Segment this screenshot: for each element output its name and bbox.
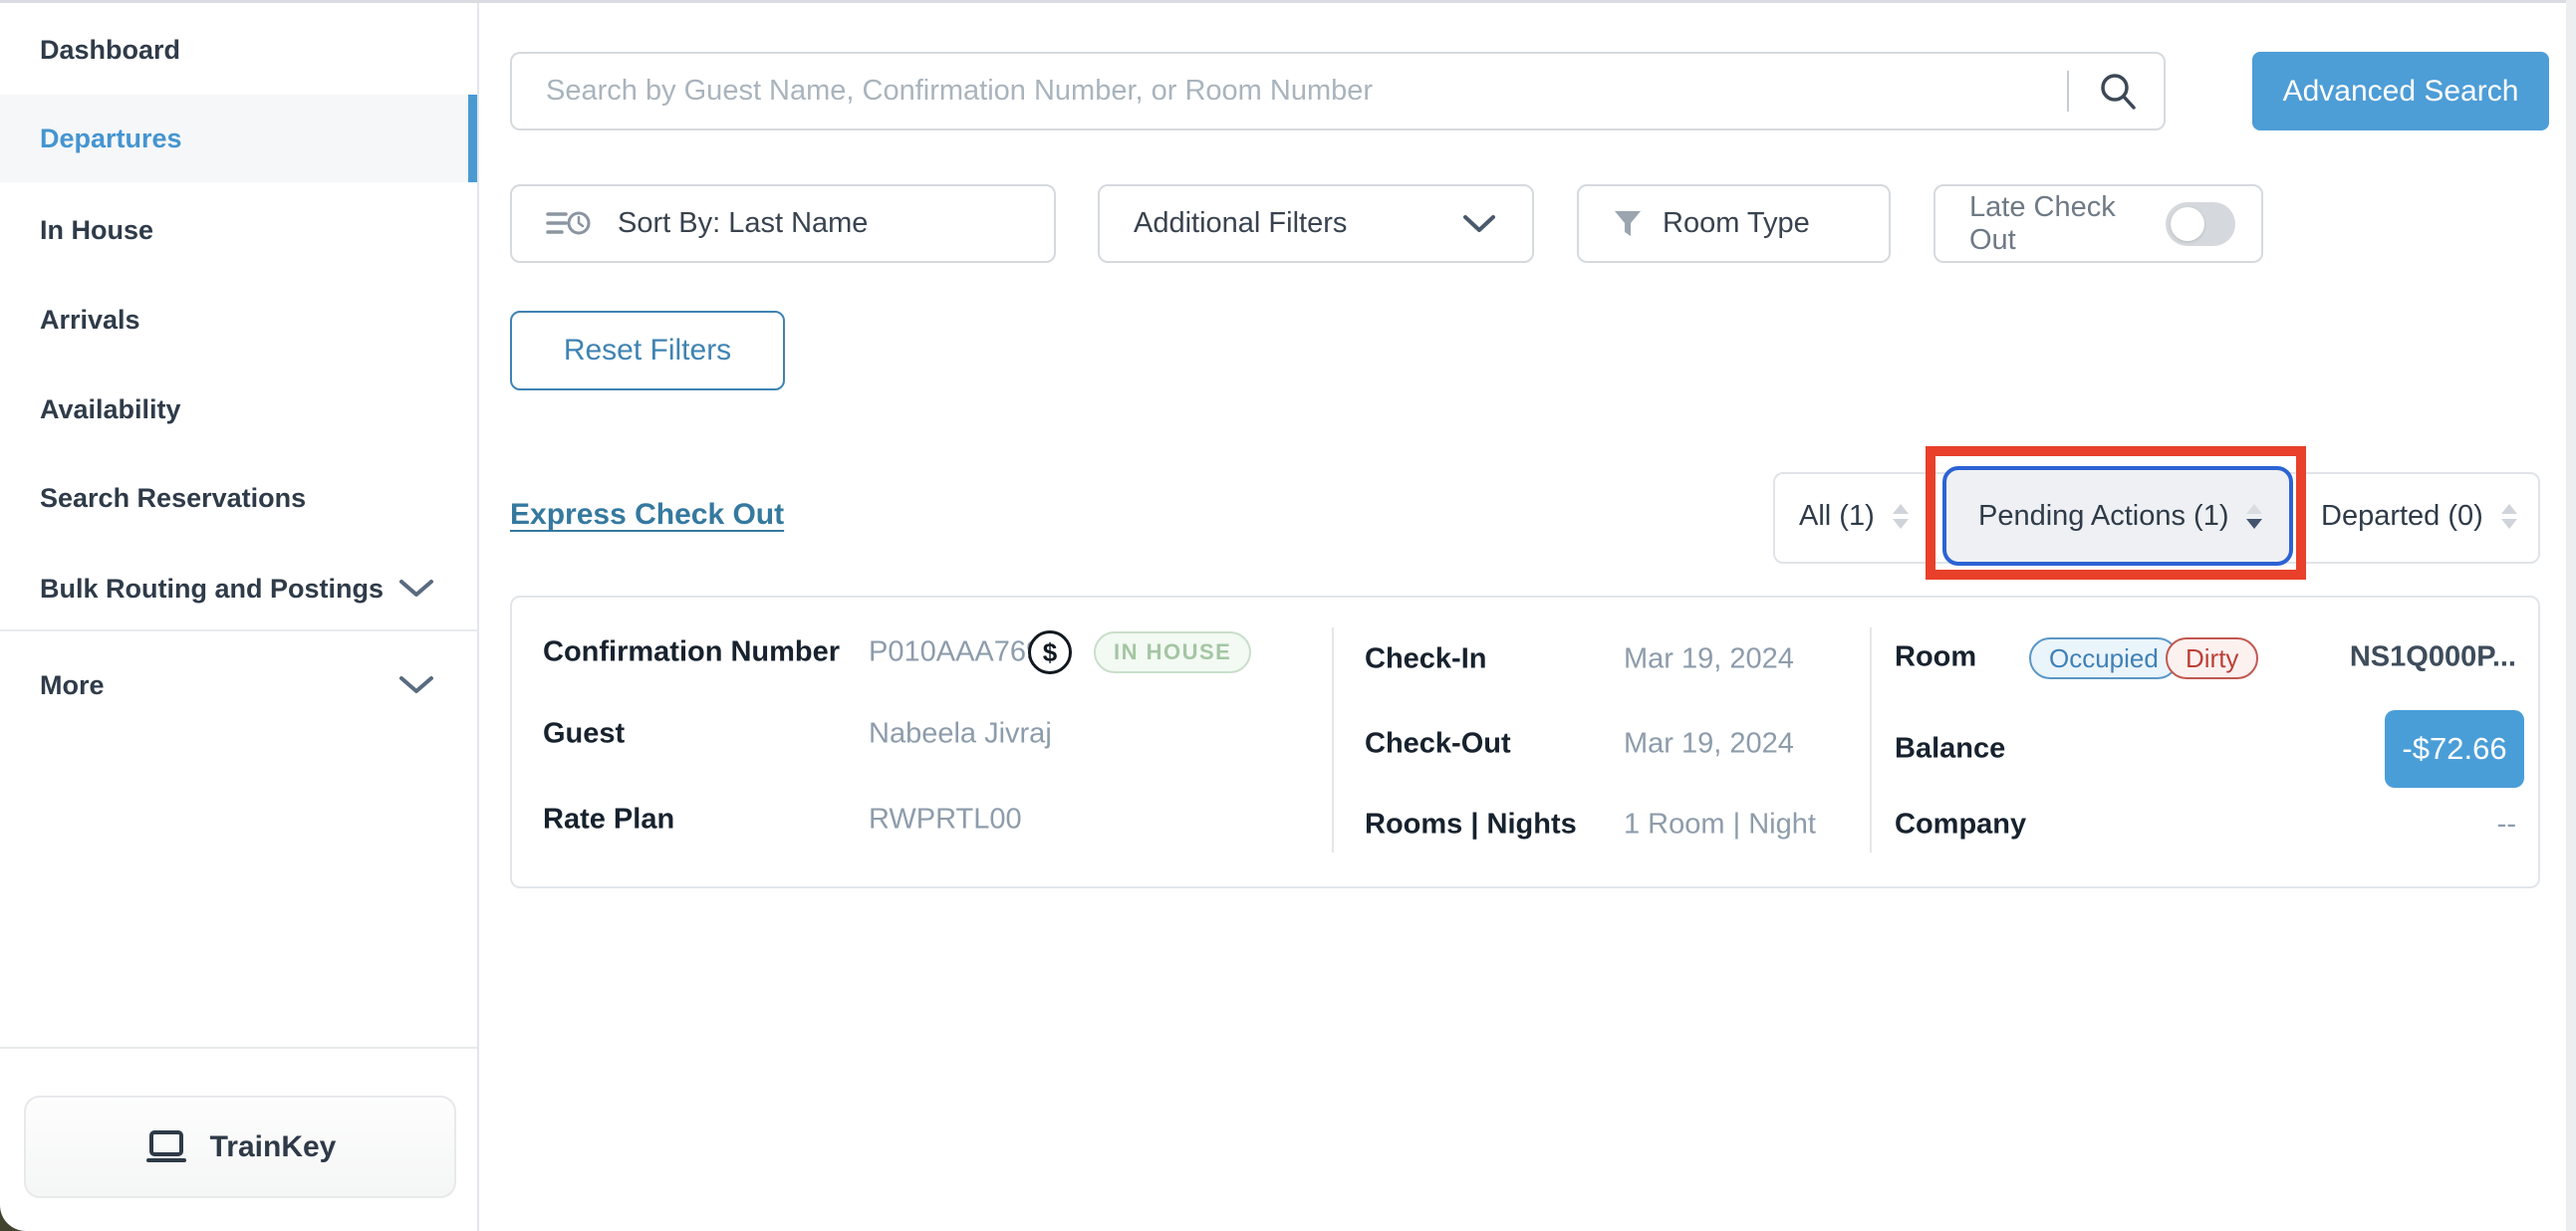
sidebar-item-label: Departures bbox=[40, 123, 182, 154]
chevron-down-icon bbox=[398, 579, 434, 599]
advanced-search-button[interactable]: Advanced Search bbox=[2252, 52, 2549, 130]
trainkey-label: TrainKey bbox=[210, 1130, 337, 1164]
rate-plan-label: Rate Plan bbox=[543, 804, 674, 837]
sort-arrows-icon bbox=[2501, 504, 2517, 529]
sidebar-item-bulk-routing-and-postings[interactable]: Bulk Routing and Postings bbox=[0, 547, 477, 630]
laptop-icon bbox=[144, 1130, 188, 1164]
sidebar-item-availability[interactable]: Availability bbox=[0, 368, 477, 451]
sidebar-item-label: Dashboard bbox=[40, 35, 180, 66]
sidebar-item-label: In House bbox=[40, 215, 153, 246]
filter-funnel-icon bbox=[1579, 209, 1643, 239]
confirmation-number-label: Confirmation Number bbox=[543, 636, 840, 669]
sidebar-item-in-house[interactable]: In House bbox=[0, 188, 477, 272]
sidebar-item-label: Availability bbox=[40, 394, 181, 425]
active-indicator bbox=[468, 95, 477, 182]
balance-value: -$72.66 bbox=[2402, 731, 2506, 767]
search-input[interactable] bbox=[510, 52, 2166, 130]
trainkey-button[interactable]: TrainKey bbox=[24, 1096, 456, 1198]
confirmation-number-value: P010AAA769 bbox=[869, 636, 1042, 669]
sidebar: Dashboard Departures In House Arrivals A… bbox=[0, 3, 479, 1231]
sidebar-item-departures[interactable]: Departures bbox=[0, 95, 477, 182]
balance-label: Balance bbox=[1895, 733, 2005, 766]
express-check-out-link[interactable]: Express Check Out bbox=[510, 498, 784, 532]
room-number-value: NS1Q000P... bbox=[2350, 641, 2516, 674]
room-type-label: Room Type bbox=[1663, 207, 1810, 240]
reset-filters-button[interactable]: Reset Filters bbox=[510, 311, 785, 390]
tab-pending-actions[interactable]: Pending Actions (1) bbox=[1942, 466, 2293, 566]
sort-icon bbox=[512, 206, 592, 242]
tab-departed[interactable]: Departed (0) bbox=[2321, 472, 2517, 560]
sidebar-item-label: Bulk Routing and Postings bbox=[40, 574, 384, 605]
sidebar-divider bbox=[0, 629, 477, 631]
sidebar-item-label: Arrivals bbox=[40, 305, 140, 336]
tab-all[interactable]: All (1) bbox=[1799, 472, 1909, 560]
guest-value: Nabeela Jivraj bbox=[869, 718, 1052, 751]
rooms-nights-value: 1 Room | Night bbox=[1624, 809, 1816, 842]
sort-by-dropdown[interactable]: Sort By: Last Name bbox=[510, 184, 1056, 263]
check-in-label: Check-In bbox=[1365, 643, 1486, 676]
check-in-value: Mar 19, 2024 bbox=[1624, 643, 1794, 676]
tab-departed-label: Departed (0) bbox=[2321, 500, 2483, 533]
sort-by-label: Sort By: Last Name bbox=[618, 207, 868, 240]
room-label: Room bbox=[1895, 641, 1976, 674]
tab-all-label: All (1) bbox=[1799, 500, 1875, 533]
sidebar-item-label: More bbox=[40, 670, 105, 701]
sidebar-item-arrivals[interactable]: Arrivals bbox=[0, 278, 477, 362]
check-out-value: Mar 19, 2024 bbox=[1624, 728, 1794, 761]
room-type-filter[interactable]: Room Type bbox=[1577, 184, 1891, 263]
sort-arrows-icon bbox=[1893, 504, 1909, 529]
tab-pending-actions-label: Pending Actions (1) bbox=[1978, 500, 2228, 533]
scrollbar-track[interactable] bbox=[2566, 0, 2576, 1231]
in-house-status-badge: IN HOUSE bbox=[1094, 631, 1251, 673]
check-out-label: Check-Out bbox=[1365, 728, 1511, 761]
search-icon[interactable] bbox=[2096, 70, 2140, 114]
sidebar-item-dashboard[interactable]: Dashboard bbox=[0, 8, 477, 92]
additional-filters-label: Additional Filters bbox=[1100, 207, 1347, 240]
sidebar-bottom-divider bbox=[0, 1047, 477, 1049]
late-check-out-filter: Late Check Out bbox=[1933, 184, 2263, 263]
additional-filters-dropdown[interactable]: Additional Filters bbox=[1098, 184, 1534, 263]
sidebar-item-search-reservations[interactable]: Search Reservations bbox=[0, 456, 477, 540]
company-value: -- bbox=[2497, 809, 2516, 842]
sidebar-item-label: Search Reservations bbox=[40, 483, 306, 514]
search-field-divider bbox=[2067, 71, 2069, 112]
room-occupied-badge: Occupied bbox=[2029, 637, 2179, 679]
late-check-out-label: Late Check Out bbox=[1935, 191, 2166, 257]
background-corner bbox=[0, 1203, 26, 1231]
card-column-divider bbox=[1332, 627, 1334, 853]
sort-arrows-icon bbox=[2246, 504, 2262, 529]
sidebar-item-more[interactable]: More bbox=[0, 643, 477, 727]
card-column-divider bbox=[1870, 627, 1872, 853]
dollar-icon[interactable]: $ bbox=[1028, 630, 1072, 674]
chevron-down-icon bbox=[1462, 214, 1496, 234]
chevron-down-icon bbox=[398, 675, 434, 695]
rate-plan-value: RWPRTL00 bbox=[869, 804, 1022, 837]
toggle-knob bbox=[2171, 207, 2204, 241]
guest-label: Guest bbox=[543, 718, 625, 751]
balance-badge: -$72.66 bbox=[2385, 710, 2524, 788]
late-check-out-toggle[interactable] bbox=[2166, 202, 2235, 246]
company-label: Company bbox=[1895, 809, 2026, 842]
rooms-nights-label: Rooms | Nights bbox=[1365, 809, 1577, 842]
room-dirty-badge: Dirty bbox=[2166, 637, 2258, 679]
